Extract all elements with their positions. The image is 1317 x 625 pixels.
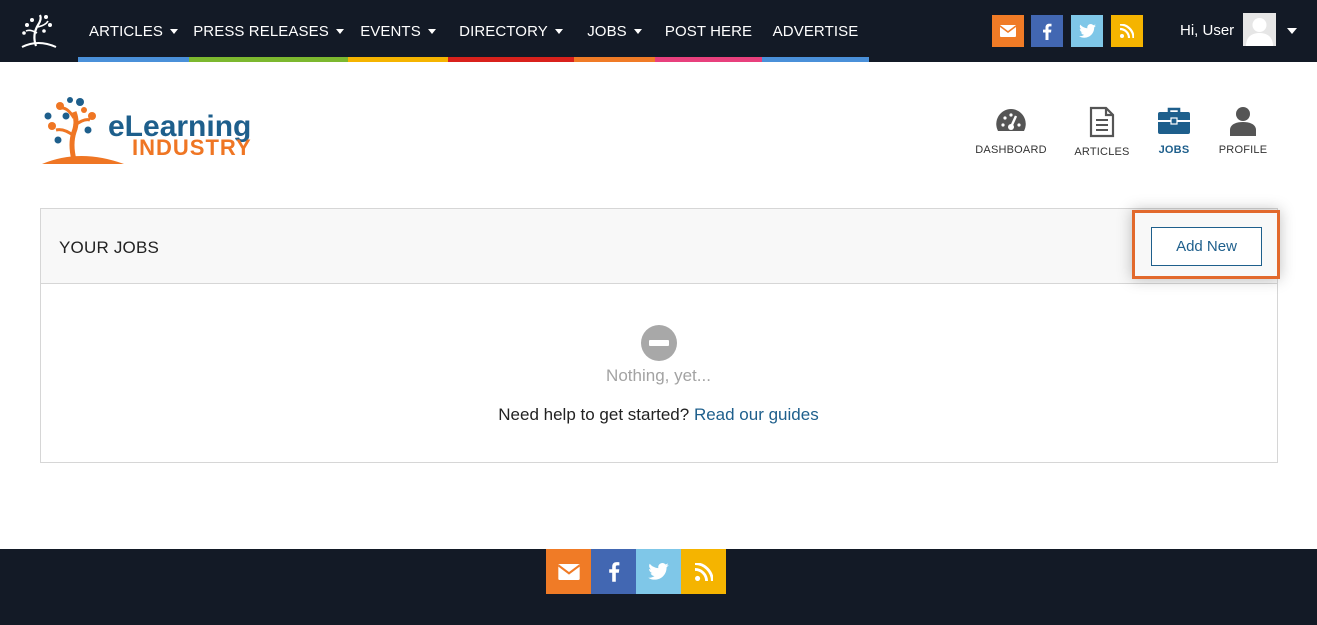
nav-events-color-bar <box>348 57 448 62</box>
envelope-icon <box>1000 25 1016 37</box>
dashboard-nav-dashboard[interactable]: DASHBOARD <box>975 106 1047 156</box>
user-icon <box>1230 107 1256 136</box>
footer-twitter-button[interactable] <box>636 549 681 594</box>
caret-down-icon <box>335 29 344 34</box>
user-silhouette-icon <box>1246 18 1273 46</box>
nav-press-releases[interactable]: PRESS RELEASES <box>189 0 348 62</box>
rss-icon <box>694 562 713 581</box>
help-line: Need help to get started? Read our guide… <box>0 405 1317 425</box>
nav-directory-label: DIRECTORY <box>459 22 548 40</box>
dashboard-nav-articles[interactable]: ARTICLES <box>1074 106 1130 158</box>
nav-post-here-label: POST HERE <box>664 22 753 40</box>
rss-button[interactable] <box>1111 15 1143 47</box>
twitter-icon <box>648 563 669 580</box>
profile-nav-label: PROFILE <box>1218 144 1268 156</box>
nav-directory-color-bar <box>448 57 574 62</box>
envelope-icon <box>557 563 580 580</box>
user-greeting[interactable]: Hi, User <box>1180 22 1234 39</box>
nav-press-releases-color-bar <box>189 57 348 62</box>
jobs-nav-label: JOBS <box>1158 144 1190 156</box>
nav-events-label: EVENTS <box>360 22 421 40</box>
nav-press-releases-label: PRESS RELEASES <box>193 22 329 40</box>
articles-nav-label: ARTICLES <box>1074 146 1130 158</box>
logo-text-industry: INDUSTRY <box>132 135 252 160</box>
avatar[interactable] <box>1243 13 1276 46</box>
nav-jobs-color-bar <box>574 57 655 62</box>
read-guides-link[interactable]: Read our guides <box>694 405 819 424</box>
facebook-icon <box>1043 23 1052 40</box>
document-icon <box>1089 106 1115 138</box>
dashboard-nav-jobs[interactable]: JOBS <box>1154 106 1194 156</box>
panel-header: YOUR JOBS <box>41 209 1277 284</box>
add-new-button[interactable]: Add New <box>1151 227 1262 266</box>
nav-jobs-label: JOBS <box>587 22 627 40</box>
email-button[interactable] <box>992 15 1024 47</box>
nav-advertise-color-bar <box>762 57 869 62</box>
nav-directory[interactable]: DIRECTORY <box>448 0 574 62</box>
caret-down-icon <box>427 29 436 34</box>
footer-rss-button[interactable] <box>681 549 726 594</box>
minus-circle-icon <box>641 325 677 361</box>
dashboard-nav-profile[interactable]: PROFILE <box>1218 106 1268 156</box>
caret-down-icon <box>554 29 563 34</box>
nav-articles-color-bar <box>78 57 189 62</box>
nav-advertise-label: ADVERTISE <box>772 22 859 40</box>
footer-facebook-button[interactable] <box>591 549 636 594</box>
facebook-icon <box>608 562 619 582</box>
site-logo-icon[interactable] <box>18 13 58 49</box>
footer-email-button[interactable] <box>546 549 591 594</box>
nav-articles-label: ARTICLES <box>89 22 163 40</box>
facebook-button[interactable] <box>1031 15 1063 47</box>
nav-advertise[interactable]: ADVERTISE <box>762 0 869 62</box>
nav-articles[interactable]: ARTICLES <box>78 0 189 62</box>
nav-jobs[interactable]: JOBS <box>574 0 655 62</box>
twitter-icon <box>1078 24 1096 38</box>
dashboard-nav-label: DASHBOARD <box>975 144 1047 156</box>
empty-state-text: Nothing, yet... <box>606 366 711 385</box>
main-nav: ARTICLES PRESS RELEASES EVENTS DIRECTORY… <box>78 0 869 62</box>
panel-title: YOUR JOBS <box>59 238 160 257</box>
briefcase-icon <box>1158 107 1190 134</box>
twitter-button[interactable] <box>1071 15 1103 47</box>
user-menu-caret-icon[interactable] <box>1287 28 1297 34</box>
rss-icon <box>1120 24 1134 38</box>
nav-post-here[interactable]: POST HERE <box>655 0 762 62</box>
nav-events[interactable]: EVENTS <box>348 0 448 62</box>
help-text: Need help to get started? <box>498 405 690 424</box>
speedometer-icon <box>996 109 1026 131</box>
nav-post-here-color-bar <box>655 57 762 62</box>
caret-down-icon <box>633 29 642 34</box>
top-navbar: ARTICLES PRESS RELEASES EVENTS DIRECTORY… <box>0 0 1317 62</box>
elearning-industry-logo[interactable]: eLearning INDUSTRY <box>40 96 280 168</box>
caret-down-icon <box>169 29 178 34</box>
